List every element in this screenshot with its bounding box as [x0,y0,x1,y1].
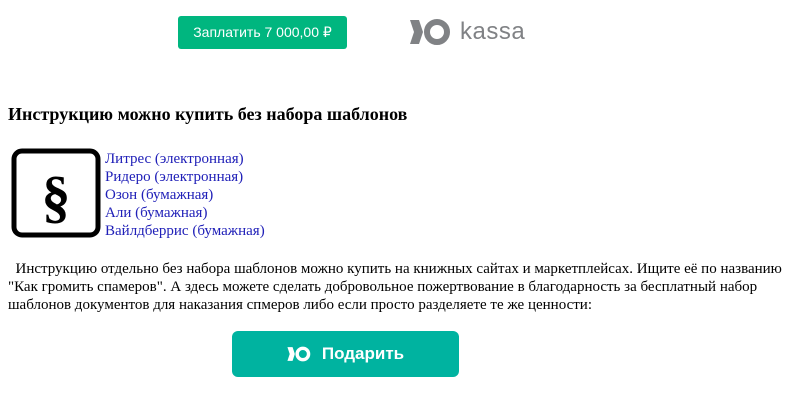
page-heading: Инструкцию можно купить без набора шабло… [8,104,408,124]
yookassa-logo: kassa [410,16,525,48]
list-item: Ридеро (электронная) [105,168,265,186]
pay-button[interactable]: Заплатить 7 000,00 ₽ [178,16,347,49]
shop-link-wildberries[interactable]: Вайлдберрис (бумажная) [105,223,265,239]
shop-link-litres[interactable]: Литрес (электронная) [105,151,244,167]
logo-text: kassa [460,18,526,45]
donate-button[interactable]: Подарить [232,331,459,377]
description-body: Инструкцию отдельно без набора шаблонов … [8,261,782,313]
shop-link-ozon[interactable]: Озон (бумажная) [105,187,213,203]
shop-link-ridero[interactable]: Ридеро (электронная) [105,169,243,185]
list-item: Озон (бумажная) [105,186,265,204]
svg-text:§: § [42,164,71,229]
donate-button-label: Подарить [321,344,405,363]
paragraph-section-icon: § [11,148,101,238]
description-text: Инструкцию отдельно без набора шаблонов … [8,260,783,314]
list-item: Вайлдберрис (бумажная) [105,222,265,240]
yoo-logo-icon [287,346,311,362]
shop-link-ali[interactable]: Али (бумажная) [105,205,207,221]
list-item: Али (бумажная) [105,204,265,222]
list-item: Литрес (электронная) [105,150,265,168]
shop-links-list: Литрес (электронная) Ридеро (электронная… [105,150,265,240]
yoo-logo-icon [410,19,450,45]
